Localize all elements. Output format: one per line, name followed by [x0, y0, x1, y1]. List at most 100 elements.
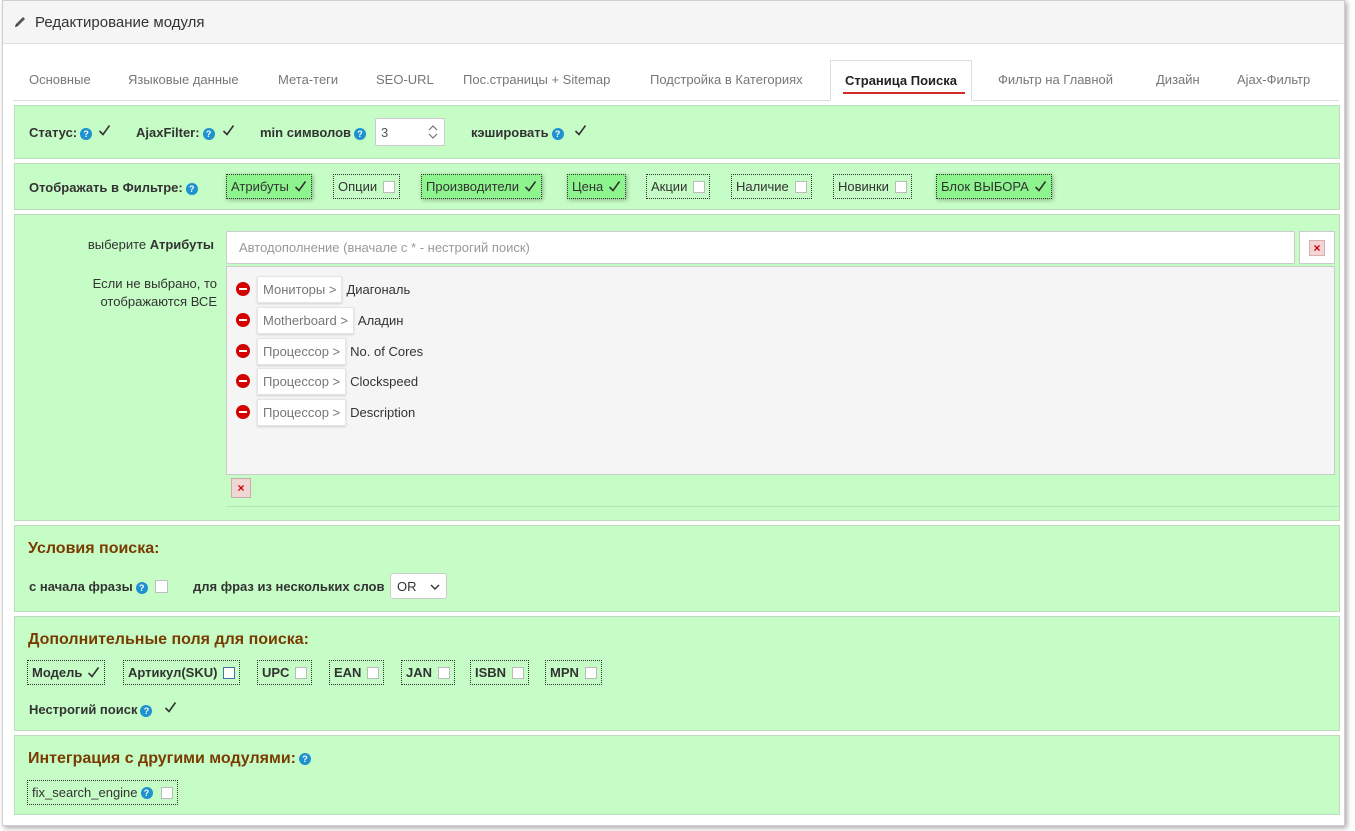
list-item: Процессор > Description	[236, 398, 415, 426]
filter-option-attributes[interactable]: Атрибуты	[226, 174, 312, 199]
checkbox-checked[interactable]	[294, 180, 307, 193]
attributes-label-prefix: выберите	[87, 237, 147, 252]
status-checkbox[interactable]	[98, 124, 111, 137]
tab-search-page-label: Страница Поиска	[845, 73, 958, 88]
module-window: Редактирование модуля Основные Языковые …	[2, 0, 1345, 826]
cache-text: кэшировать	[471, 125, 549, 140]
checkbox-unchecked[interactable]	[894, 180, 907, 193]
remove-icon[interactable]	[236, 313, 250, 327]
status-text: Статус:	[29, 125, 78, 140]
min-chars-input[interactable]: 3	[375, 118, 445, 146]
option-label: Новинки	[838, 179, 889, 194]
field-label: Модель	[32, 665, 83, 680]
integration-label: fix_search_engine	[32, 785, 138, 800]
checkbox-unchecked[interactable]	[383, 180, 396, 193]
attribute-group: Процессор >	[257, 398, 347, 426]
checkbox-unchecked[interactable]	[295, 666, 308, 679]
tab-language[interactable]: Языковые данные	[128, 60, 239, 101]
tab-bar: Основные Языковые данные Мета-теги SEO-U…	[13, 60, 1339, 101]
checkbox-unchecked[interactable]	[794, 180, 807, 193]
divider	[226, 506, 1339, 507]
min-chars-text: min символов	[260, 125, 352, 140]
ajax-filter-checkbox[interactable]	[222, 124, 235, 137]
filter-option-stock[interactable]: Наличие	[731, 174, 812, 199]
field-mpn[interactable]: MPN	[545, 660, 602, 685]
field-model[interactable]: Модель	[27, 660, 106, 685]
tab-sitemap[interactable]: Пос.страницы + Sitemap	[463, 60, 610, 101]
multi-word-select[interactable]: OR	[390, 573, 447, 599]
conditions-section: Условия поиска: с начала фразы? для фраз…	[14, 525, 1340, 612]
help-icon[interactable]: ?	[551, 127, 564, 140]
tab-home-filter[interactable]: Фильтр на Главной	[998, 60, 1113, 101]
help-icon[interactable]: ?	[185, 182, 198, 195]
checkbox-unchecked[interactable]	[584, 666, 597, 679]
filter-option-manufacturers[interactable]: Производители	[421, 174, 543, 199]
pencil-icon	[15, 17, 25, 27]
filter-option-options[interactable]: Опции	[333, 174, 401, 199]
help-icon[interactable]: ?	[299, 752, 311, 765]
select-value: OR	[397, 578, 417, 594]
option-label: Наличие	[736, 179, 789, 194]
attributes-hint: Если не выбрано, то отображаются ВСЕ	[92, 276, 217, 309]
remove-icon[interactable]	[236, 282, 250, 296]
checkbox-unchecked[interactable]	[223, 666, 236, 679]
tab-categories[interactable]: Подстройка в Категориях	[650, 60, 803, 101]
extra-fields-section: Дополнительные поля для поиска: Модель А…	[14, 616, 1340, 731]
spinner-arrows-icon[interactable]	[428, 124, 438, 140]
help-icon[interactable]: ?	[202, 127, 215, 140]
clear-input-button[interactable]: ×	[1299, 231, 1335, 264]
chevron-down-icon	[430, 584, 440, 590]
field-ean[interactable]: EAN	[329, 660, 385, 685]
filter-option-price[interactable]: Цена	[567, 174, 627, 199]
help-icon[interactable]: ?	[135, 581, 148, 594]
tab-meta[interactable]: Мета-теги	[278, 60, 338, 101]
checkbox-checked[interactable]	[608, 180, 621, 193]
field-label: EAN	[334, 665, 362, 680]
remove-icon[interactable]	[236, 405, 250, 419]
fuzzy-search-label: Нестрогий поиск?	[29, 702, 153, 717]
phrase-start-checkbox[interactable]	[155, 580, 168, 593]
help-icon[interactable]: ?	[140, 786, 153, 799]
option-label: Акции	[651, 179, 688, 194]
field-label: MPN	[550, 665, 579, 680]
field-label: JAN	[406, 665, 433, 680]
integration-fix-search-engine[interactable]: fix_search_engine?	[27, 780, 178, 805]
tab-search-page[interactable]: Страница Поиска	[830, 60, 973, 101]
tab-main[interactable]: Основные	[29, 60, 91, 101]
checkbox-checked[interactable]	[524, 180, 537, 193]
filter-option-new[interactable]: Новинки	[833, 174, 912, 199]
filter-option-specials[interactable]: Акции	[646, 174, 711, 199]
field-upc[interactable]: UPC	[257, 660, 313, 685]
field-isbn[interactable]: ISBN	[470, 660, 530, 685]
checkbox-checked[interactable]	[87, 666, 100, 679]
fuzzy-search-checkbox[interactable]	[164, 701, 177, 714]
checkbox-unchecked[interactable]	[512, 666, 525, 679]
checkbox-checked[interactable]	[1034, 180, 1047, 193]
field-jan[interactable]: JAN	[401, 660, 456, 685]
help-icon[interactable]: ?	[354, 127, 367, 140]
ajax-filter-text: AjaxFilter:	[136, 125, 200, 140]
field-label: ISBN	[475, 665, 507, 680]
cache-checkbox[interactable]	[574, 124, 587, 137]
remove-icon[interactable]	[236, 374, 250, 388]
checkbox-unchecked[interactable]	[367, 666, 380, 679]
option-label: Блок ВЫБОРА	[941, 179, 1029, 194]
tab-ajax-filter[interactable]: Ajax-Фильтр	[1237, 60, 1310, 101]
checkbox-unchecked[interactable]	[693, 180, 706, 193]
help-icon[interactable]: ?	[80, 127, 93, 140]
tab-seo-url[interactable]: SEO-URL	[376, 60, 434, 101]
filter-option-selection-block[interactable]: Блок ВЫБОРА	[936, 174, 1052, 199]
attribute-autocomplete-input[interactable]: Автодополнение (вначале с * - нестрогий …	[226, 231, 1295, 264]
ajax-filter-label: AjaxFilter:?	[136, 125, 215, 140]
remove-icon[interactable]	[236, 344, 250, 358]
filter-display-section: Отображать в Фильтре:? Атрибуты Опции Пр…	[14, 163, 1340, 210]
checkbox-unchecked[interactable]	[438, 666, 451, 679]
checkbox-unchecked[interactable]	[160, 786, 173, 799]
status-label: Статус:?	[29, 125, 93, 140]
field-sku[interactable]: Артикул(SKU)	[123, 660, 241, 685]
tab-design[interactable]: Дизайн	[1156, 60, 1200, 101]
attribute-group: Процессор >	[257, 367, 347, 395]
clear-all-button[interactable]: ×	[231, 478, 251, 498]
min-chars-value: 3	[381, 124, 389, 140]
help-icon[interactable]: ?	[140, 704, 153, 717]
